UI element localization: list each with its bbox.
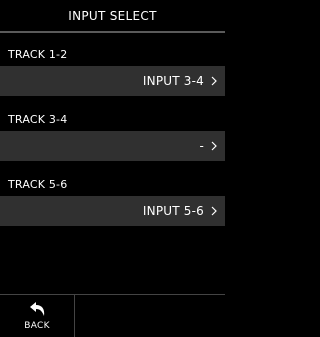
back-arrow-icon bbox=[27, 301, 47, 317]
chevron-right-icon bbox=[211, 141, 217, 151]
track-1-2-value: INPUT 3-4 bbox=[142, 74, 204, 88]
track-5-6-input-selector[interactable]: INPUT 5-6 bbox=[0, 196, 225, 226]
track-1-2-input-selector[interactable]: INPUT 3-4 bbox=[0, 66, 225, 96]
page-title: INPUT SELECT bbox=[0, 0, 225, 33]
back-button[interactable]: BACK bbox=[0, 295, 75, 337]
track-3-4-value: - bbox=[199, 139, 204, 153]
track-3-4-input-selector[interactable]: - bbox=[0, 131, 225, 161]
track-5-6-value: INPUT 5-6 bbox=[142, 204, 204, 218]
track-3-4-label: TRACK 3-4 bbox=[8, 113, 68, 126]
back-label: BACK bbox=[24, 321, 50, 331]
track-3-4-section: TRACK 3-4 - bbox=[0, 109, 225, 161]
track-5-6-label: TRACK 5-6 bbox=[8, 178, 68, 191]
chevron-right-icon bbox=[211, 206, 217, 216]
bottom-bar: BACK bbox=[0, 294, 225, 337]
track-1-2-section: TRACK 1-2 INPUT 3-4 bbox=[0, 44, 225, 96]
track-1-2-label: TRACK 1-2 bbox=[8, 48, 68, 61]
track-5-6-section: TRACK 5-6 INPUT 5-6 bbox=[0, 174, 225, 226]
chevron-right-icon bbox=[211, 76, 217, 86]
